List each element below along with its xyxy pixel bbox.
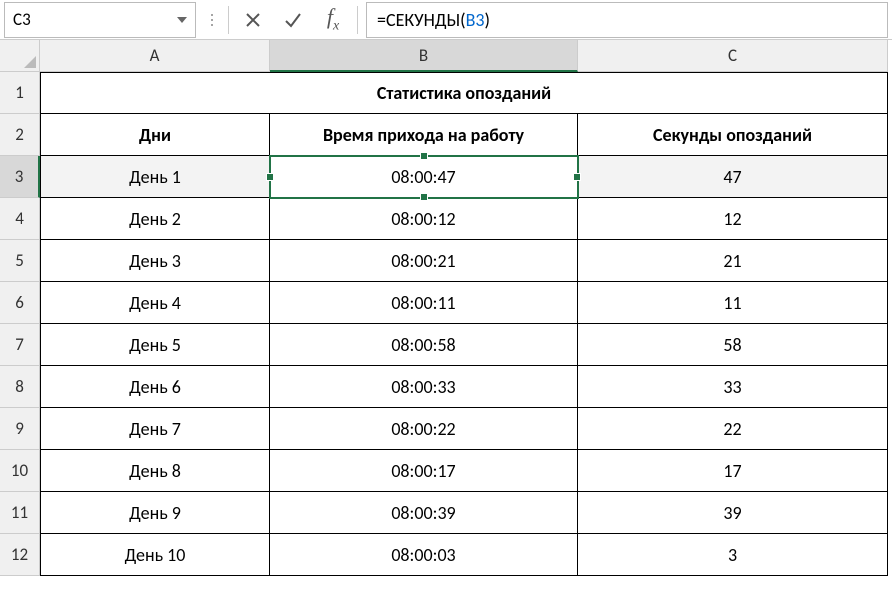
cell[interactable]: День 7 bbox=[40, 408, 270, 450]
cell[interactable]: День 1 bbox=[40, 156, 270, 198]
formula-text: СЕКУНДЫ bbox=[386, 9, 460, 31]
cell[interactable]: 08:00:58 bbox=[270, 324, 578, 366]
cell[interactable]: 17 bbox=[578, 450, 888, 492]
insert-function-button[interactable]: fx bbox=[313, 2, 353, 38]
select-all-corner[interactable] bbox=[0, 40, 40, 72]
cell[interactable]: День 4 bbox=[40, 282, 270, 324]
separator bbox=[357, 6, 358, 34]
x-icon bbox=[243, 10, 263, 30]
check-icon bbox=[283, 10, 303, 30]
name-box-text: C3 bbox=[13, 9, 177, 30]
cell[interactable]: 08:00:03 bbox=[270, 534, 578, 576]
cell[interactable]: 08:00:33 bbox=[270, 366, 578, 408]
cell[interactable]: Дни bbox=[40, 114, 270, 156]
cell[interactable]: День 8 bbox=[40, 450, 270, 492]
cell[interactable]: 08:00:17 bbox=[270, 450, 578, 492]
cell[interactable]: 08:00:21 bbox=[270, 240, 578, 282]
cell[interactable]: День 10 bbox=[40, 534, 270, 576]
fx-icon: fx bbox=[327, 4, 339, 34]
row-header[interactable]: 6 bbox=[0, 282, 40, 324]
row-header[interactable]: 4 bbox=[0, 198, 40, 240]
cell[interactable]: Секунды опозданий bbox=[578, 114, 888, 156]
row-header[interactable]: 11 bbox=[0, 492, 40, 534]
row-header[interactable]: 2 bbox=[0, 114, 40, 156]
column-header-a[interactable]: A bbox=[40, 40, 270, 72]
cell[interactable]: 3 bbox=[578, 534, 888, 576]
name-box[interactable]: C3 bbox=[4, 2, 196, 38]
formula-bar-grip[interactable] bbox=[200, 14, 224, 26]
accept-formula-button[interactable] bbox=[273, 2, 313, 38]
cell[interactable]: Время прихода на работу bbox=[270, 114, 578, 156]
row-header[interactable]: 5 bbox=[0, 240, 40, 282]
row-header[interactable]: 10 bbox=[0, 450, 40, 492]
cell[interactable]: 12 bbox=[578, 198, 888, 240]
row-header[interactable]: 1 bbox=[0, 72, 40, 114]
formula-text: B3 bbox=[466, 9, 485, 31]
cell[interactable]: День 9 bbox=[40, 492, 270, 534]
row-header[interactable]: 7 bbox=[0, 324, 40, 366]
row-header[interactable]: 8 bbox=[0, 366, 40, 408]
cell[interactable]: День 2 bbox=[40, 198, 270, 240]
cell[interactable]: 22 bbox=[578, 408, 888, 450]
formula-input[interactable]: =СЕКУНДЫ(B3) bbox=[366, 2, 888, 38]
separator bbox=[228, 6, 229, 34]
cell[interactable]: 08:00:12 bbox=[270, 198, 578, 240]
cell[interactable]: День 6 bbox=[40, 366, 270, 408]
name-box-dropdown-icon[interactable] bbox=[177, 17, 187, 23]
formula-bar: C3 fx =СЕКУНДЫ(B3) bbox=[0, 0, 892, 40]
formula-text: ) bbox=[485, 9, 490, 31]
cell[interactable]: 33 bbox=[578, 366, 888, 408]
cell-title[interactable]: Статистика опозданий bbox=[40, 72, 888, 114]
row-header[interactable]: 9 bbox=[0, 408, 40, 450]
cell[interactable]: 39 bbox=[578, 492, 888, 534]
cell[interactable]: 08:00:11 bbox=[270, 282, 578, 324]
row-header[interactable]: 3 bbox=[0, 156, 40, 198]
cell[interactable]: 08:00:39 bbox=[270, 492, 578, 534]
cell[interactable]: 21 bbox=[578, 240, 888, 282]
cell[interactable]: 47 bbox=[578, 156, 888, 198]
column-header-b[interactable]: B bbox=[270, 40, 578, 72]
formula-text: = bbox=[377, 9, 386, 31]
cell[interactable]: 58 bbox=[578, 324, 888, 366]
spreadsheet-grid: A B C 1 Статистика опозданий 2 Дни Время… bbox=[0, 40, 892, 576]
cancel-formula-button[interactable] bbox=[233, 2, 273, 38]
cell[interactable]: 11 bbox=[578, 282, 888, 324]
row-header[interactable]: 12 bbox=[0, 534, 40, 576]
cell-selected[interactable]: 08:00:47 bbox=[270, 156, 578, 198]
cell[interactable]: 08:00:22 bbox=[270, 408, 578, 450]
cell[interactable]: День 5 bbox=[40, 324, 270, 366]
cell[interactable]: День 3 bbox=[40, 240, 270, 282]
column-header-c[interactable]: C bbox=[578, 40, 888, 72]
